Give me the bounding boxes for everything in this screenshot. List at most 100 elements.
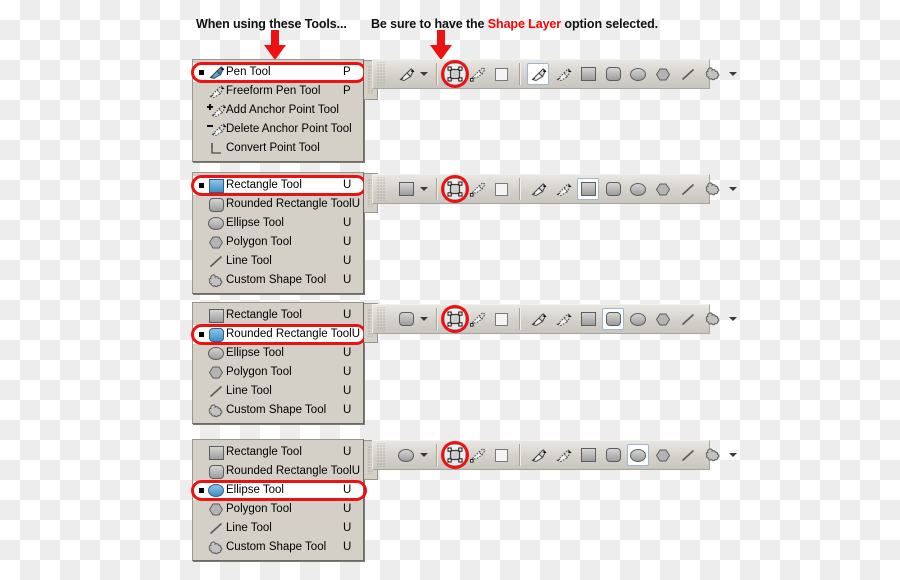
shape-button-polygon[interactable]	[652, 178, 674, 200]
shape-button-custom-shape[interactable]	[702, 308, 724, 330]
chevron-down-icon[interactable]	[418, 444, 430, 466]
shape-button-rectangle[interactable]	[577, 308, 599, 330]
shape-button-rectangle[interactable]	[577, 178, 599, 200]
mode-button-shape-layer[interactable]	[444, 308, 466, 330]
menu-item-custom-shape-tool[interactable]: Custom Shape Tool U	[193, 401, 363, 420]
mode-button-fill-pixels[interactable]	[490, 444, 512, 466]
rounded-rectangle-tool-flyout[interactable]: Rectangle Tool U Rounded Rectangle Tool U El…	[191, 302, 378, 424]
menu-item-rounded-rectangle-tool[interactable]: Rounded Rectangle Tool U	[193, 325, 363, 344]
chevron-down-icon[interactable]	[727, 308, 739, 330]
menu-item-line-tool[interactable]: Line Tool U	[193, 252, 363, 271]
ellipse-tool-flyout[interactable]: Rectangle Tool U Rounded Rectangle Tool U El…	[191, 439, 378, 561]
shape-button-custom-shape[interactable]	[702, 63, 724, 85]
menu-item-pen-tool[interactable]: Pen Tool P	[193, 63, 363, 82]
menu-item-rounded-rectangle-tool[interactable]: Rounded Rectangle Tool U	[193, 462, 363, 481]
shape-button-rounded-rectangle[interactable]	[602, 444, 624, 466]
current-tool-preview[interactable]	[395, 63, 417, 85]
shape-button-line[interactable]	[677, 178, 699, 200]
shape-button-freeform-pen[interactable]	[552, 444, 574, 466]
menu-item-delete-anchor-point-tool[interactable]: Delete Anchor Point Tool	[193, 120, 363, 139]
rectangle-options-bar[interactable]	[372, 174, 719, 204]
mode-button-paths[interactable]	[467, 63, 489, 85]
shape-button-polygon[interactable]	[652, 63, 674, 85]
mode-button-fill-pixels[interactable]	[490, 308, 512, 330]
shape-button-ellipse[interactable]	[627, 444, 649, 466]
shape-button-line[interactable]	[677, 308, 699, 330]
menu-item-ellipse-tool[interactable]: Ellipse Tool U	[193, 481, 363, 500]
chevron-down-icon[interactable]	[418, 308, 430, 330]
chevron-down-icon[interactable]	[418, 178, 430, 200]
shape-button-line[interactable]	[677, 63, 699, 85]
mode-button-fill-pixels[interactable]	[490, 63, 512, 85]
menu-item-label: Rounded Rectangle Tool	[226, 328, 352, 340]
shape-button-freeform-pen[interactable]	[552, 308, 574, 330]
menu-item-custom-shape-tool[interactable]: Custom Shape Tool U	[193, 271, 363, 290]
menu-item-convert-point-tool[interactable]: Convert Point Tool	[193, 139, 363, 158]
mode-button-shape-layer[interactable]	[444, 444, 466, 466]
menu-item-rectangle-tool[interactable]: Rectangle Tool U	[193, 306, 363, 325]
shape-button-rounded-rectangle[interactable]	[602, 308, 624, 330]
menu-item-freeform-pen-tool[interactable]: Freeform Pen Tool P	[193, 82, 363, 101]
shape-button-pen[interactable]	[527, 444, 549, 466]
chevron-down-icon[interactable]	[727, 444, 739, 466]
shape-button-custom-shape[interactable]	[702, 178, 724, 200]
rectangle-icon	[208, 445, 224, 460]
mode-button-paths[interactable]	[467, 308, 489, 330]
shape-button-ellipse[interactable]	[627, 308, 649, 330]
polygon-icon	[209, 236, 223, 249]
shape-button-polygon[interactable]	[652, 308, 674, 330]
menu-item-line-tool[interactable]: Line Tool U	[193, 382, 363, 401]
shape-button-rectangle[interactable]	[577, 63, 599, 85]
mode-button-shape-layer[interactable]	[444, 63, 466, 85]
current-tool-preview[interactable]	[395, 308, 417, 330]
menu-item-polygon-tool[interactable]: Polygon Tool U	[193, 500, 363, 519]
menu-item-custom-shape-tool[interactable]: Custom Shape Tool U	[193, 538, 363, 557]
shape-button-freeform-pen[interactable]	[552, 63, 574, 85]
custom-shape-icon	[208, 273, 225, 288]
current-tool-preview[interactable]	[395, 178, 417, 200]
menu-item-ellipse-tool[interactable]: Ellipse Tool U	[193, 214, 363, 233]
shape-button-pen[interactable]	[527, 178, 549, 200]
menu-item-rounded-rectangle-tool[interactable]: Rounded Rectangle Tool U	[193, 195, 363, 214]
rounded-rectangle-options-bar[interactable]	[372, 304, 719, 334]
chevron-down-icon[interactable]	[727, 178, 739, 200]
shape-button-rectangle[interactable]	[577, 444, 599, 466]
shape-button-pen[interactable]	[527, 308, 549, 330]
menu-item-polygon-tool[interactable]: Polygon Tool U	[193, 233, 363, 252]
shape-button-custom-shape[interactable]	[702, 444, 724, 466]
mode-button-paths[interactable]	[467, 178, 489, 200]
menu-item-ellipse-tool[interactable]: Ellipse Tool U	[193, 344, 363, 363]
mode-button-fill-pixels[interactable]	[490, 178, 512, 200]
menu-item-label: Rectangle Tool	[226, 179, 302, 191]
pen-tool-flyout[interactable]: Pen Tool P Freeform Pen Tool P Add Anchor …	[191, 59, 378, 162]
shape-button-freeform-pen[interactable]	[552, 178, 574, 200]
menu-item-add-anchor-point-tool[interactable]: Add Anchor Point Tool	[193, 101, 363, 120]
chevron-down-icon[interactable]	[418, 63, 430, 85]
ellipse-icon	[208, 217, 224, 230]
shape-button-pen[interactable]	[527, 63, 549, 85]
shape-button-ellipse[interactable]	[627, 178, 649, 200]
mode-button-shape-layer[interactable]	[444, 178, 466, 200]
toolbar-drag-handle[interactable]	[376, 443, 385, 467]
ellipse-icon	[398, 448, 414, 462]
shape-button-rounded-rectangle[interactable]	[602, 63, 624, 85]
toolbar-drag-handle[interactable]	[376, 62, 385, 86]
menu-item-rectangle-tool[interactable]: Rectangle Tool U	[193, 176, 363, 195]
ellipse-options-bar[interactable]	[372, 440, 719, 470]
toolbar-drag-handle[interactable]	[376, 177, 385, 201]
polygon-icon	[656, 183, 670, 196]
pen-options-bar[interactable]	[372, 59, 719, 89]
paths-icon	[469, 66, 487, 82]
menu-item-line-tool[interactable]: Line Tool U	[193, 519, 363, 538]
menu-item-rectangle-tool[interactable]: Rectangle Tool U	[193, 443, 363, 462]
shape-button-line[interactable]	[677, 444, 699, 466]
chevron-down-icon[interactable]	[727, 63, 739, 85]
shape-button-rounded-rectangle[interactable]	[602, 178, 624, 200]
menu-item-polygon-tool[interactable]: Polygon Tool U	[193, 363, 363, 382]
mode-button-paths[interactable]	[467, 444, 489, 466]
shape-button-ellipse[interactable]	[627, 63, 649, 85]
shape-button-polygon[interactable]	[652, 444, 674, 466]
rectangle-tool-flyout[interactable]: Rectangle Tool U Rounded Rectangle Tool U El…	[191, 172, 378, 294]
current-tool-preview[interactable]	[395, 444, 417, 466]
toolbar-drag-handle[interactable]	[376, 307, 385, 331]
